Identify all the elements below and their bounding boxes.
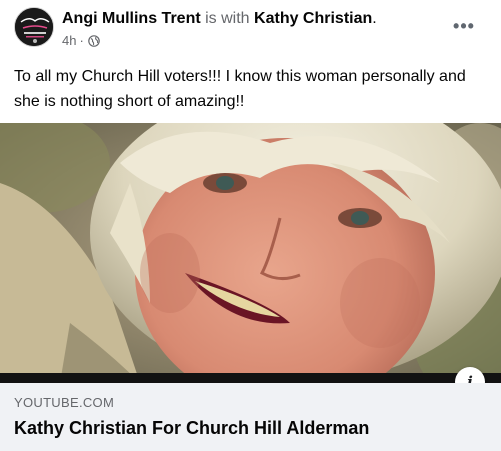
post-meta: 4h · [62, 33, 100, 49]
post-timestamp[interactable]: 4h [62, 33, 76, 49]
portrait-photo [0, 123, 501, 383]
link-preview-footer[interactable]: YOUTUBE.COM Kathy Christian For Church H… [0, 383, 501, 451]
author-name[interactable]: Angi Mullins Trent [62, 10, 201, 27]
globe-icon[interactable] [88, 35, 100, 47]
post-header: Angi Mullins Trent is with Kathy Christi… [62, 9, 377, 29]
tagged-person[interactable]: Kathy Christian [254, 10, 372, 27]
avatar-logo-icon [15, 8, 53, 46]
with-text: is with [205, 10, 250, 27]
preview-video-strip [0, 373, 501, 383]
link-preview-image[interactable] [0, 123, 501, 383]
link-title[interactable]: Kathy Christian For Church Hill Alderman [14, 417, 369, 439]
tagged-suffix: . [372, 10, 377, 27]
meta-separator: · [79, 33, 84, 48]
post-text: To all my Church Hill voters!!! I know t… [14, 68, 466, 110]
link-domain: YOUTUBE.COM [14, 395, 115, 410]
more-options-icon[interactable]: ••• [448, 10, 480, 42]
feed-post: Angi Mullins Trent is with Kathy Christi… [0, 0, 501, 451]
author-avatar[interactable] [14, 7, 54, 47]
